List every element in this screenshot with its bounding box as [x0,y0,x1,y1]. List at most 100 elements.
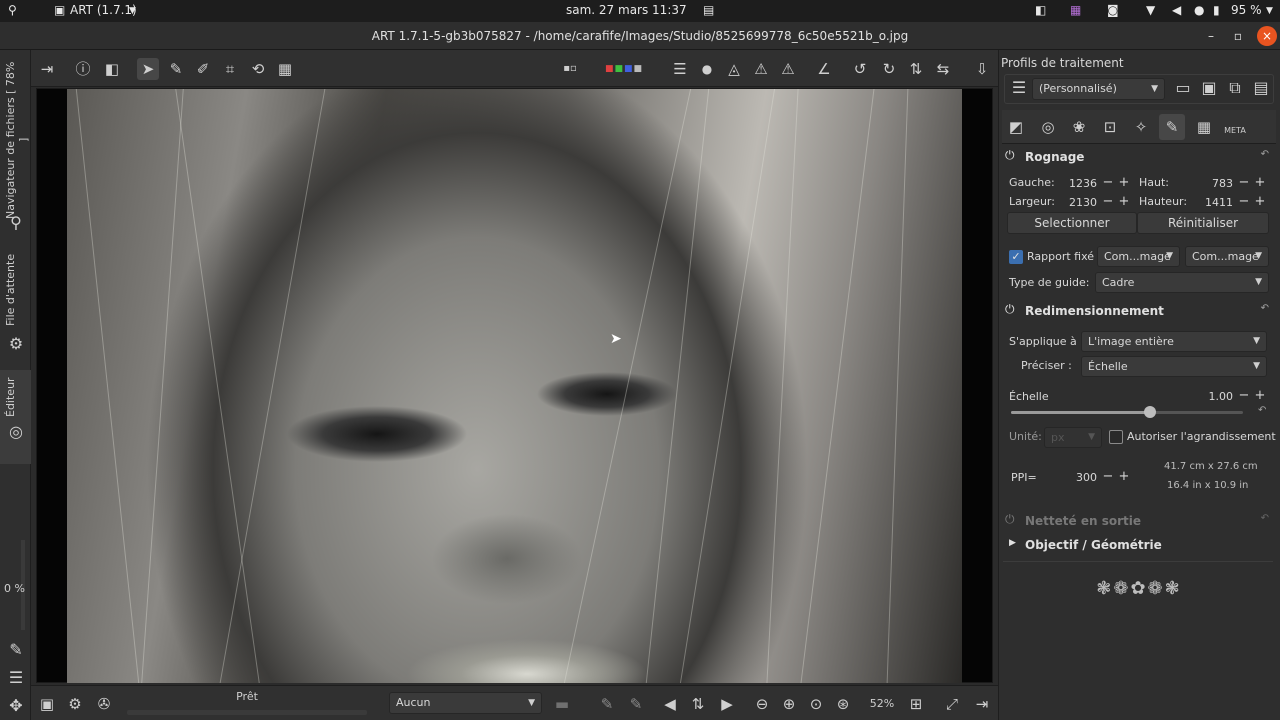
reset-icon[interactable]: ↶ [1261,513,1269,524]
allow-upscale-checkbox[interactable] [1109,430,1123,444]
tool2-icon[interactable]: ✎ [625,693,647,715]
shadow-warning-icon[interactable]: ⚠ [750,58,772,80]
scale-slider[interactable] [1011,406,1243,418]
profile-select[interactable]: (Personnalisé) ▼ [1032,78,1165,100]
zoom-100-icon[interactable]: ⊙ [805,693,827,715]
tab-meta-icon[interactable]: META [1222,114,1248,140]
reset-icon[interactable]: ↶ [1261,149,1269,160]
rotate-right-icon[interactable]: ↻ [878,58,900,80]
chevron-down-icon[interactable]: ▼ [1266,6,1273,16]
plus-icon[interactable]: + [1117,194,1131,209]
aperture-icon[interactable]: ◎ [6,422,26,442]
applies-to-select[interactable]: L'image entière ▼ [1081,331,1267,352]
tray-app-icon[interactable]: ◧ [1035,3,1046,17]
microphone-icon[interactable]: ● [1194,3,1204,17]
tab-queue[interactable]: File d'attente [4,250,26,330]
queue-add-icon[interactable]: ⚙ [64,693,86,715]
battery-icon[interactable]: ▮ [1213,3,1220,17]
unit-select[interactable]: px ▼ [1044,427,1102,448]
profile-list-icon[interactable]: ☰ [1009,78,1029,98]
plus-icon[interactable]: + [1117,175,1131,190]
activities-icon[interactable]: ⚲ [8,3,17,17]
plus-icon[interactable]: + [1253,388,1267,403]
sharpening-mask-icon[interactable]: ● [696,58,718,80]
minus-icon[interactable]: − [1101,175,1115,190]
histogram-icon[interactable]: ∠ [813,58,835,80]
tab-transform-icon[interactable]: ✎ [1159,114,1185,140]
highlight-warning-icon[interactable]: ⚠ [777,58,799,80]
minus-icon[interactable]: − [1237,388,1251,403]
move-icon[interactable]: ✥ [6,696,26,716]
minus-icon[interactable]: − [1237,175,1251,190]
wifi-icon[interactable]: ▼ [1146,3,1155,17]
close-button[interactable]: × [1257,26,1277,46]
channel-select-icon[interactable]: ■■■■ [605,58,642,80]
minus-icon[interactable]: − [1101,194,1115,209]
crop-top-value[interactable]: 783 [1183,177,1233,190]
specify-select[interactable]: Échelle ▼ [1081,356,1267,377]
scale-spin[interactable]: 1.00 − + [1195,388,1267,405]
color-picker-icon[interactable]: ✎ [165,58,187,80]
flip-horizontal-icon[interactable]: ⇆ [932,58,954,80]
clipping-icon[interactable]: ◬ [723,58,745,80]
fast-export-icon[interactable]: ✎ [6,640,26,660]
background-color-icon[interactable]: ▪▫ [559,58,581,80]
next-image-icon[interactable]: ▶ [716,693,738,715]
crop-width-spin[interactable]: 2130 − + [1059,194,1131,211]
app-menu[interactable]: ART (1.7.1) [70,3,137,17]
crop-width-value[interactable]: 2130 [1047,196,1097,209]
send-to-editor-icon[interactable]: ✇ [93,693,115,715]
lens-section-header[interactable]: ▶ Objectif / Géométrie [1003,534,1273,556]
save-icon[interactable]: ▣ [36,693,58,715]
minimize-button[interactable]: – [1203,28,1219,44]
crop-height-value[interactable]: 1411 [1183,196,1233,209]
tool-icon[interactable]: ✎ [596,693,618,715]
save-profile-icon[interactable]: ▣ [1199,78,1219,98]
flip-vertical-icon[interactable]: ⇅ [905,58,927,80]
perspective-icon[interactable]: ▦ [274,58,296,80]
crop-top-spin[interactable]: 783 − + [1195,175,1267,192]
minus-icon[interactable]: − [1237,194,1251,209]
tab-color-icon[interactable]: ❀ [1066,114,1092,140]
maximize-button[interactable]: ▫ [1230,28,1246,44]
scale-slider-handle[interactable] [1144,406,1157,418]
queue-settings-icon[interactable]: ☰ [6,668,26,688]
resize-section-header[interactable]: ⏻ Redimensionnement ↶ [1003,300,1273,322]
tab-editor[interactable]: Éditeur [4,372,26,422]
sync-icon[interactable]: ⇅ [687,693,709,715]
zoom-fit-icon[interactable]: ⊛ [832,693,854,715]
tab-effects-icon[interactable]: ✧ [1128,114,1154,140]
paste-profile-icon[interactable]: ▤ [1251,78,1271,98]
ratio-select[interactable]: Com...mage ▼ [1097,246,1180,267]
camera-icon[interactable]: ◙ [1107,3,1119,17]
crop-section-header[interactable]: ⏻ Rognage ↶ [1003,146,1273,168]
scale-value[interactable]: 1.00 [1183,390,1234,403]
guide-type-select[interactable]: Cadre ▼ [1095,272,1269,293]
fixed-ratio-checkbox[interactable]: ✓ [1009,250,1023,264]
info-icon[interactable]: ⓘ [72,58,94,80]
tab-file-browser[interactable]: Navigateur de fichiers [ 78% ] [4,60,30,220]
panel-collapse-icon[interactable]: ⇥ [971,693,993,715]
new-detail-window-icon[interactable]: ⊞ [905,693,927,715]
reset-icon[interactable]: ↶ [1261,303,1269,314]
crop-left-spin[interactable]: 1236 − + [1059,175,1131,192]
crop-height-spin[interactable]: 1411 − + [1195,194,1267,211]
ppi-value[interactable]: 300 [1047,471,1097,484]
plus-icon[interactable]: + [1253,194,1267,209]
power-icon[interactable]: ⏻ [1005,148,1015,163]
search-icon[interactable]: ⚲ [6,213,26,233]
orientation-select[interactable]: Com...mage ▼ [1185,246,1269,267]
tab-raw-icon[interactable]: ▦ [1191,114,1217,140]
crop-select-button[interactable]: Selectionner [1007,212,1137,234]
white-balance-picker-icon[interactable]: ✐ [192,58,214,80]
focus-mask-icon[interactable]: ☰ [669,58,691,80]
tray-app2-icon[interactable]: ▦ [1070,3,1081,17]
plus-icon[interactable]: + [1117,469,1131,484]
before-after-icon[interactable]: ◧ [101,58,123,80]
clock[interactable]: sam. 27 mars 11:37 [566,3,687,17]
crop-left-value[interactable]: 1236 [1047,177,1097,190]
zoom-in-icon[interactable]: ⊕ [778,693,800,715]
image-canvas[interactable] [36,88,993,683]
power-icon[interactable]: ⏻ [1005,512,1015,527]
snapshot-icon[interactable]: ▬ [551,693,573,715]
